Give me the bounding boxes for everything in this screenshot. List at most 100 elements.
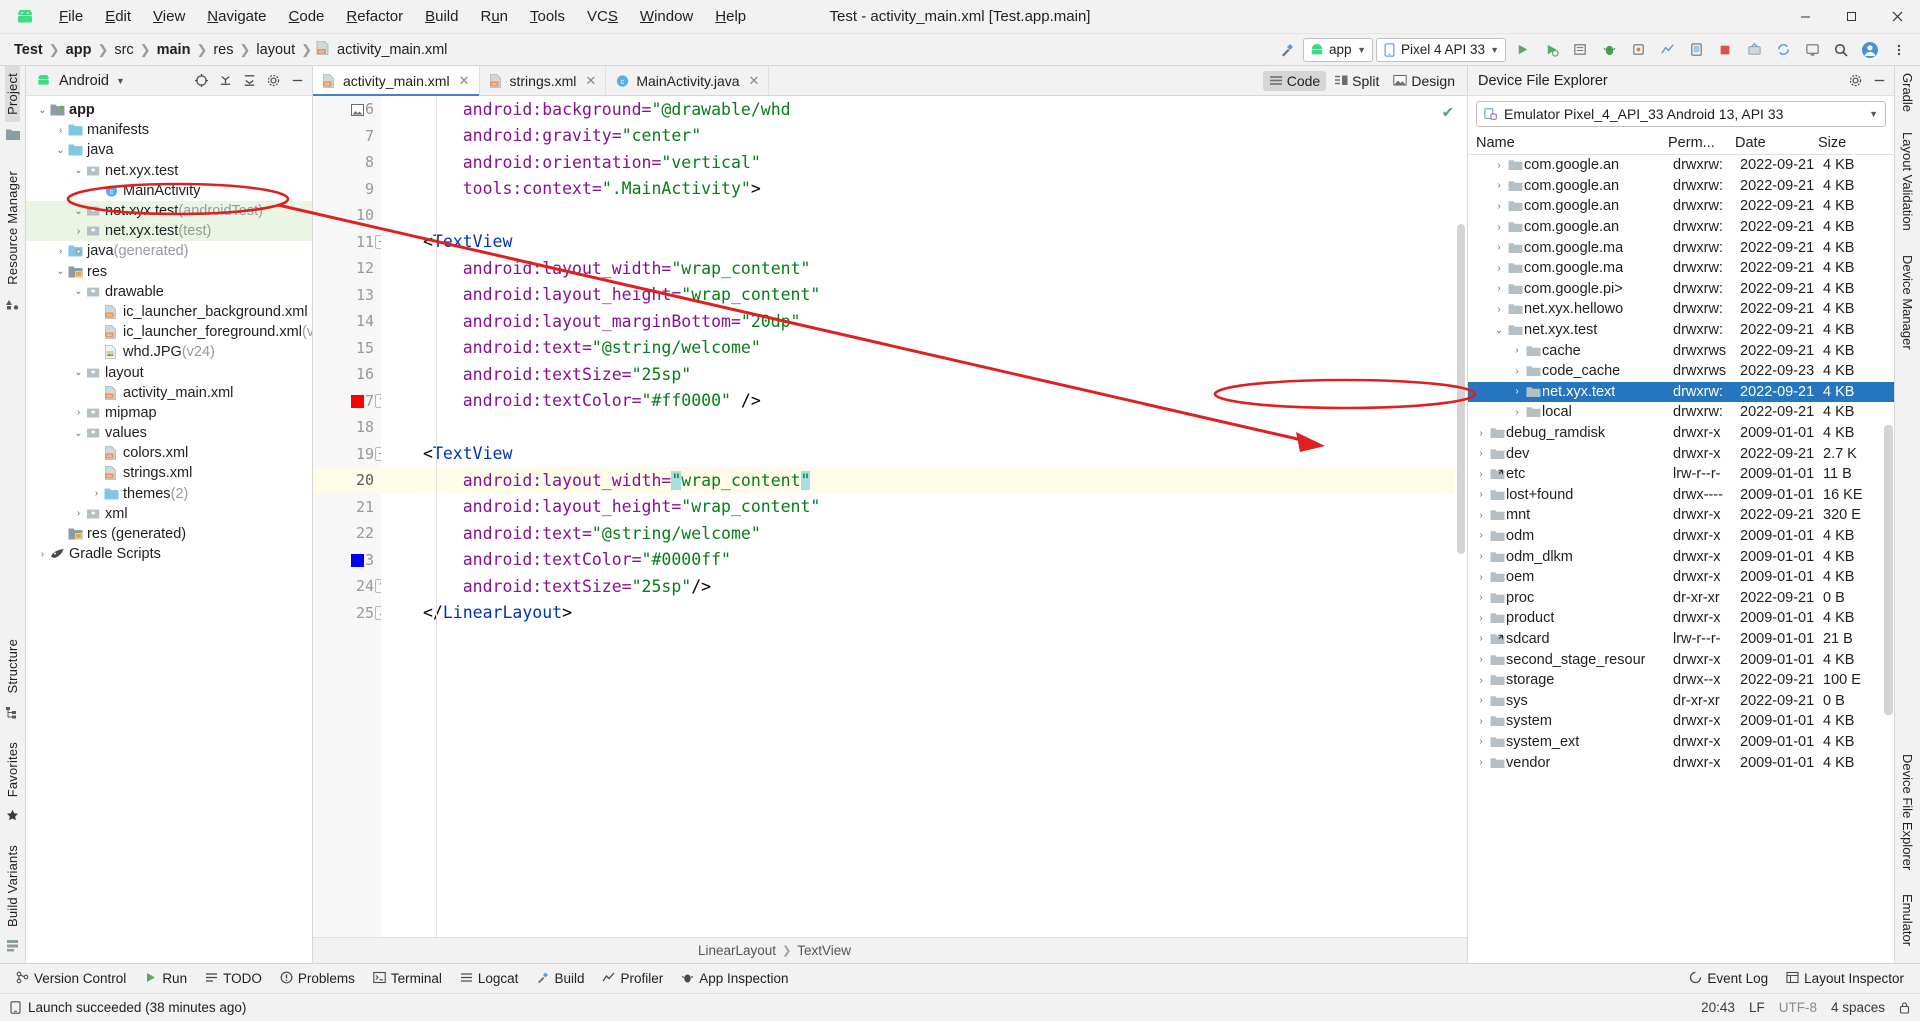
device-file-row[interactable]: › local drwxrw: 2022-09-21 4 KB	[1468, 402, 1894, 423]
tree-item-net-xyx-test[interactable]: ⌄ net.xyx.test	[26, 161, 312, 181]
chevron-right-icon[interactable]: ›	[1474, 757, 1488, 768]
device-file-row[interactable]: › second_stage_resour drwxr-x 2009-01-01 4 K…	[1468, 649, 1894, 670]
chevron-down-icon[interactable]: ⌄	[54, 145, 67, 156]
column-header-date[interactable]: Date	[1735, 135, 1818, 151]
gutter-line-7[interactable]: 7	[313, 123, 381, 150]
structure-icon[interactable]	[6, 706, 19, 722]
tree-item-res[interactable]: ⌄ res	[26, 262, 312, 282]
chevron-down-icon[interactable]: ⌄	[72, 367, 85, 378]
chevron-down-icon[interactable]: ⌄	[72, 286, 85, 297]
device-file-row[interactable]: › sdcard lrw-r--r- 2009-01-01 21 B	[1468, 629, 1894, 650]
chevron-right-icon[interactable]: ›	[54, 246, 67, 257]
gutter-line-6[interactable]: 6	[313, 96, 381, 123]
chevron-down-icon[interactable]: ⌄	[72, 165, 85, 176]
attach-debugger-icon[interactable]	[1625, 38, 1651, 62]
tree-item-mainactivity[interactable]: c MainActivity	[26, 181, 312, 201]
device-file-row[interactable]: › code_cache drwxrws 2022-09-23 4 KB	[1468, 361, 1894, 382]
chevron-down-icon[interactable]: ▼	[116, 76, 125, 86]
rail-button-project[interactable]: Project	[5, 66, 20, 122]
color-swatch-gutter-icon[interactable]	[351, 553, 364, 567]
gutter-line-13[interactable]: 13	[313, 282, 381, 309]
chevron-right-icon[interactable]: ›	[1510, 386, 1524, 397]
settings-gear-icon[interactable]	[262, 70, 284, 92]
run-coverage-icon[interactable]	[1538, 38, 1564, 62]
tree-item-net-xyx-test[interactable]: ⌄ net.xyx.test (androidTest)	[26, 200, 312, 222]
tool-button-problems[interactable]: Problems	[272, 968, 363, 990]
gutter-line-20[interactable]: 20	[313, 467, 381, 494]
gutter-line-23[interactable]: 23	[313, 547, 381, 574]
avd-manager-icon[interactable]	[1683, 38, 1709, 62]
project-view-label[interactable]: Android	[59, 73, 109, 89]
tool-button-version-control[interactable]: Version Control	[8, 968, 134, 990]
device-file-row[interactable]: › system_ext drwxr-x 2009-01-01 4 KB	[1468, 732, 1894, 753]
gutter-line-9[interactable]: 9	[313, 176, 381, 203]
device-file-row[interactable]: ⌄ net.xyx.test drwxrw: 2022-09-21 4 KB	[1468, 320, 1894, 341]
tree-item-themes[interactable]: › themes (2)	[26, 484, 312, 504]
chevron-down-icon[interactable]: ⌄	[1492, 325, 1506, 336]
run-configuration-selector[interactable]: app ▼	[1303, 37, 1374, 62]
chevron-right-icon[interactable]: ›	[1474, 695, 1488, 706]
tool-button-app-inspection[interactable]: App Inspection	[673, 968, 796, 990]
minimize-button[interactable]	[1782, 0, 1828, 34]
tree-item-whd-jpg[interactable]: whd.JPG (v24)	[26, 342, 312, 362]
menu-item-file[interactable]: File	[48, 5, 94, 28]
breadcrumb-item-layout[interactable]: layout	[252, 42, 299, 58]
profiler-icon[interactable]	[1654, 38, 1680, 62]
code-line-11[interactable]: < TextView	[381, 229, 1467, 256]
menu-item-run[interactable]: Run	[469, 5, 519, 28]
chevron-right-icon[interactable]: ›	[36, 549, 49, 560]
dfe-device-combo[interactable]: Emulator Pixel_4_API_33 Android 13, API …	[1476, 101, 1886, 127]
tree-item-app[interactable]: ⌄ app	[26, 100, 312, 120]
editor-breadcrumb-linearlayout[interactable]: LinearLayout	[698, 943, 776, 958]
chevron-down-icon[interactable]: ⌄	[72, 206, 85, 217]
device-file-row[interactable]: › odm_dlkm drwxr-x 2009-01-01 4 KB	[1468, 546, 1894, 567]
chevron-right-icon[interactable]: ›	[1474, 633, 1488, 644]
breadcrumb-item-res[interactable]: res	[209, 42, 237, 58]
close-tab-icon[interactable]: ✕	[749, 73, 760, 89]
editor-breadcrumb-textview[interactable]: TextView	[797, 943, 851, 958]
tool-button-todo[interactable]: TODO	[197, 968, 270, 990]
chevron-right-icon[interactable]: ›	[54, 125, 67, 136]
hide-panel-icon[interactable]	[1868, 70, 1890, 92]
tree-item-net-xyx-test[interactable]: › net.xyx.test (test)	[26, 221, 312, 242]
column-header-name[interactable]: Name	[1468, 135, 1668, 151]
device-file-row[interactable]: › net.xyx.hellowo drwxrw: 2022-09-21 4 KB	[1468, 299, 1894, 320]
tool-button-profiler[interactable]: Profiler	[594, 968, 671, 990]
code-line-10[interactable]	[381, 202, 1467, 229]
breadcrumb-item-app[interactable]: app	[62, 42, 96, 58]
tool-button-run[interactable]: Run	[136, 968, 195, 990]
code-line-6[interactable]: android:background= "@drawable/whd	[381, 102, 1467, 123]
chevron-right-icon[interactable]: ›	[1474, 592, 1488, 603]
editor-scrollbar[interactable]	[1455, 96, 1467, 937]
code-line-24[interactable]: android:textSize= "25sp"/>	[381, 573, 1467, 600]
menu-item-refactor[interactable]: Refactor	[335, 5, 414, 28]
settings-gear-icon[interactable]	[1844, 70, 1866, 92]
tool-button-event-log[interactable]: Event Log	[1681, 968, 1776, 990]
gutter-line-22[interactable]: 22	[313, 520, 381, 547]
rail-button-device-file-explorer[interactable]: Device File Explorer	[1900, 747, 1915, 877]
chevron-right-icon[interactable]: ›	[1492, 242, 1506, 253]
project-files-icon[interactable]	[5, 127, 20, 143]
tree-item-ic-launcher-foreground-xml[interactable]: <> ic_launcher_foreground.xml (v24)	[26, 322, 312, 342]
code-line-22[interactable]: android:text= "@string/welcome"	[381, 520, 1467, 547]
chevron-right-icon[interactable]: ›	[1474, 530, 1488, 541]
menu-item-view[interactable]: View	[142, 5, 196, 28]
chevron-right-icon[interactable]: ›	[1474, 448, 1488, 459]
code-line-17[interactable]: android:textColor= "#ff0000" />	[381, 388, 1467, 415]
code-line-16[interactable]: android:textSize= "25sp"	[381, 361, 1467, 388]
tool-button-terminal[interactable]: Terminal	[365, 968, 450, 990]
rail-button-favorites[interactable]: Favorites	[5, 735, 20, 804]
tree-item-java[interactable]: ⌄ java	[26, 140, 312, 160]
breadcrumb-item-project[interactable]: Test	[10, 42, 47, 58]
code-line-18[interactable]	[381, 414, 1467, 441]
collapse-all-icon[interactable]	[214, 70, 236, 92]
breadcrumb-item-main[interactable]: main	[153, 42, 195, 58]
tool-button-logcat[interactable]: Logcat	[452, 968, 527, 990]
device-file-row[interactable]: › com.google.an drwxrw: 2022-09-21 4 KB	[1468, 155, 1894, 176]
project-tree[interactable]: ⌄ app › manifests ⌄ java ⌄ net.xyx.test c MainAct…	[26, 96, 312, 963]
gutter-line-24[interactable]: 24⌃	[313, 573, 389, 600]
code-line-19[interactable]: < TextView	[381, 441, 1467, 468]
chevron-down-icon[interactable]: ⌄	[54, 266, 67, 277]
status-encoding[interactable]: UTF-8	[1779, 1000, 1817, 1015]
editor-tab-activity-main-xml[interactable]: <> activity_main.xml ✕	[313, 66, 480, 96]
